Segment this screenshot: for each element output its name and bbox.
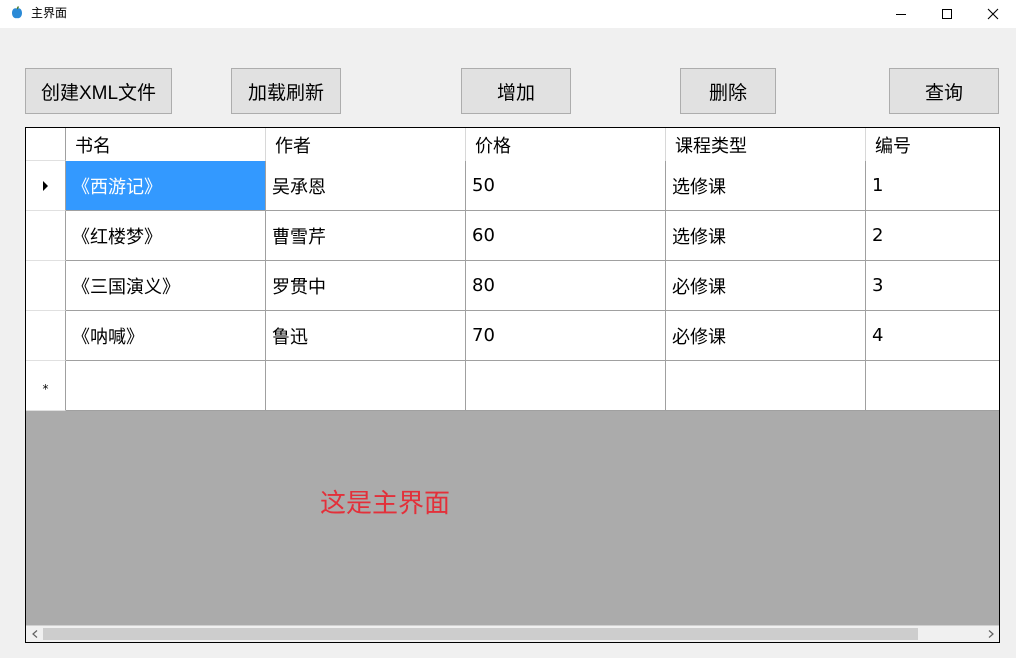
row-header[interactable]: [26, 211, 66, 261]
table-cell[interactable]: 50: [466, 161, 666, 211]
title-bar[interactable]: 主界面: [0, 0, 1016, 28]
table-cell[interactable]: 《西游记》: [66, 161, 266, 211]
table-cell[interactable]: 《红楼梦》: [66, 211, 266, 261]
table-cell[interactable]: 《三国演义》: [66, 261, 266, 311]
table-cell[interactable]: 60: [466, 211, 666, 261]
table-cell[interactable]: 必修课: [666, 261, 866, 311]
data-grid[interactable]: 书名 作者 价格 课程类型 编号 《西游记》 吴承恩 50 选修课 1 《红楼梦…: [25, 127, 1000, 643]
scroll-thumb[interactable]: [43, 628, 918, 640]
app-icon: [12, 6, 22, 19]
close-icon: [987, 8, 999, 20]
query-button[interactable]: 查询: [889, 68, 999, 114]
main-label: 这是主界面: [320, 489, 451, 519]
minimize-icon: [896, 14, 906, 15]
column-header-author[interactable]: 作者: [266, 128, 466, 161]
table-cell[interactable]: 《呐喊》: [66, 311, 266, 361]
new-row-cell[interactable]: [66, 361, 266, 411]
horizontal-scrollbar[interactable]: [26, 625, 999, 642]
delete-button[interactable]: 删除: [680, 68, 776, 114]
table-cell[interactable]: 罗贯中: [266, 261, 466, 311]
current-row-arrow-icon: [42, 180, 48, 191]
table-cell[interactable]: 3: [866, 261, 999, 311]
column-header-id[interactable]: 编号: [866, 128, 999, 161]
chevron-left-icon: [31, 630, 37, 638]
table-cell[interactable]: 必修课: [666, 311, 866, 361]
maximize-icon: [942, 9, 952, 19]
new-row-cell[interactable]: [866, 361, 999, 411]
top-left-header-cell[interactable]: [26, 128, 66, 161]
scroll-right-button[interactable]: [982, 626, 999, 642]
table-cell[interactable]: 4: [866, 311, 999, 361]
column-header-course-type[interactable]: 课程类型: [666, 128, 866, 161]
add-button[interactable]: 增加: [461, 68, 571, 114]
chevron-right-icon: [988, 630, 994, 638]
column-header-price[interactable]: 价格: [466, 128, 666, 161]
row-header[interactable]: [26, 311, 66, 361]
column-header-row: 书名 作者 价格 课程类型 编号: [26, 128, 999, 161]
new-row-cell[interactable]: [266, 361, 466, 411]
main-window: 主界面 创建XML文件 加载刷新 增加 删除 查询 书名 作者 价格 课程类型 …: [0, 0, 1016, 658]
table-cell[interactable]: 选修课: [666, 211, 866, 261]
new-row-cell[interactable]: [666, 361, 866, 411]
table-cell[interactable]: 1: [866, 161, 999, 211]
table-cell[interactable]: 70: [466, 311, 666, 361]
column-header-title[interactable]: 书名: [66, 128, 266, 161]
load-refresh-button[interactable]: 加载刷新: [231, 68, 341, 114]
close-button[interactable]: [970, 0, 1016, 28]
table-cell[interactable]: 曹雪芹: [266, 211, 466, 261]
table-cell[interactable]: 2: [866, 211, 999, 261]
new-row-header[interactable]: *: [26, 361, 66, 411]
maximize-button[interactable]: [924, 0, 970, 28]
minimize-button[interactable]: [878, 0, 924, 28]
scroll-left-button[interactable]: [26, 626, 43, 642]
table-cell[interactable]: 选修课: [666, 161, 866, 211]
create-xml-button[interactable]: 创建XML文件: [25, 68, 172, 114]
row-header[interactable]: [26, 261, 66, 311]
new-row-cell[interactable]: [466, 361, 666, 411]
window-title: 主界面: [31, 6, 68, 20]
row-header-current[interactable]: [26, 161, 66, 211]
table-cell[interactable]: 80: [466, 261, 666, 311]
table-cell[interactable]: 吴承恩: [266, 161, 466, 211]
table-cell[interactable]: 鲁迅: [266, 311, 466, 361]
